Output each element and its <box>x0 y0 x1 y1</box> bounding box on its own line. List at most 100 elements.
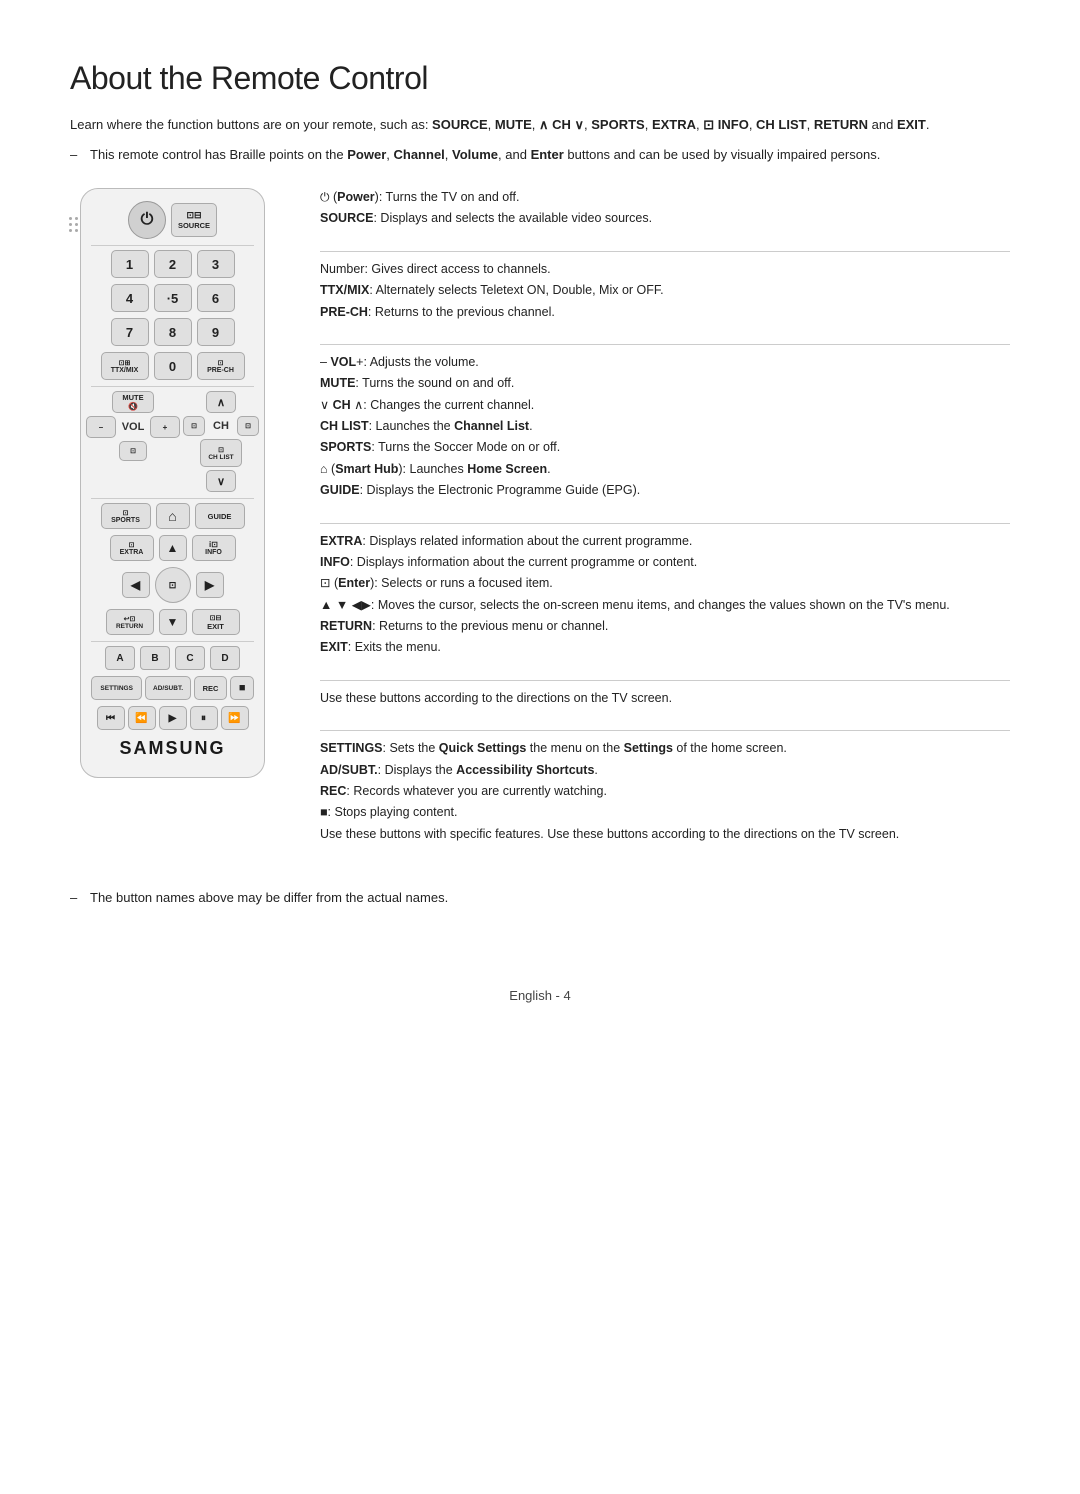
ch-up-button[interactable]: ∧ <box>206 391 236 413</box>
row-123: 1 2 3 <box>91 250 254 278</box>
sports-button[interactable]: ⊡ SPORTS <box>101 503 151 529</box>
page-title: About the Remote Control <box>70 60 1010 97</box>
row-sports-hub-guide: ⊡ SPORTS ⌂ GUIDE <box>91 503 254 529</box>
desc-rec: REC: Records whatever you are currently … <box>320 782 1010 801</box>
samsung-logo: SAMSUNG <box>91 738 254 759</box>
row-456: 4 ·5 6 <box>91 284 254 312</box>
footer-note: The button names above may be differ fro… <box>70 888 1010 908</box>
up-arrow-button[interactable]: ▲ <box>159 535 187 561</box>
right-arrow-button[interactable]: ▶ <box>196 572 224 598</box>
ch-extra-btn2[interactable]: ⊡ <box>237 416 259 436</box>
row-power-source: ⏻ ⊡⊟ SOURCE <box>91 201 254 239</box>
desc-section-settings: SETTINGS: Sets the Quick Settings the me… <box>320 739 1010 846</box>
chlist-button[interactable]: ⊡ CH LIST <box>200 439 242 467</box>
ch-extra-btn[interactable]: ⊡ <box>183 416 205 436</box>
btn-c[interactable]: C <box>175 646 205 670</box>
extra-button[interactable]: ⊡ EXTRA <box>110 535 154 561</box>
page-label: English - 4 <box>509 988 570 1003</box>
vol-col: MUTE 🔇 – VOL + ⊡ <box>86 391 180 461</box>
ch-label: CH <box>207 420 235 432</box>
btn-b[interactable]: B <box>140 646 170 670</box>
prech-button[interactable]: ⊡ PRE-CH <box>197 352 245 380</box>
row-settings-rec: SETTINGS AD/SUBT. REC ■ <box>91 676 254 700</box>
remote-dots <box>69 217 78 232</box>
num-0-button[interactable]: 0 <box>154 352 192 380</box>
adsubt-button[interactable]: AD/SUBT. <box>145 676 190 700</box>
desc-ttxmix: TTX/MIX: Alternately selects Teletext ON… <box>320 281 1010 300</box>
row-extra-up-info: ⊡ EXTRA ▲ i⊡ INFO <box>91 535 254 561</box>
source-button[interactable]: ⊡⊟ SOURCE <box>171 203 217 237</box>
btn-a[interactable]: A <box>105 646 135 670</box>
ch-label-row: ⊡ CH ⊡ <box>183 416 259 436</box>
desc-guide: GUIDE: Displays the Electronic Programme… <box>320 481 1010 500</box>
desc-extra: EXTRA: Displays related information abou… <box>320 532 1010 551</box>
down-arrow-button[interactable]: ▼ <box>159 609 187 635</box>
desc-exit: EXIT: Exits the menu. <box>320 638 1010 657</box>
desc-section-extra: EXTRA: Displays related information abou… <box>320 532 1010 660</box>
smarthub-button[interactable]: ⌂ <box>156 503 190 529</box>
desc-arrows: ▲ ▼ ◀▶: Moves the cursor, selects the on… <box>320 596 1010 615</box>
desc-chlist: CH LIST: Launches the Channel List. <box>320 417 1010 436</box>
color-buttons-row: A B C D <box>91 646 254 670</box>
row-ttx-0-prech: ⊡⊞ TTX/MIX 0 ⊡ PRE-CH <box>91 352 254 380</box>
rec-button[interactable]: REC <box>194 676 228 700</box>
fast-forward-button[interactable]: ⏩ <box>221 706 249 730</box>
settings-button[interactable]: SETTINGS <box>91 676 142 700</box>
rewind-button[interactable]: ⏪ <box>128 706 156 730</box>
play-button[interactable]: ▶ <box>159 706 187 730</box>
row-transport: ⏮ ⏪ ▶ ⏸ ⏩ <box>91 706 254 730</box>
desc-section-numbers: Number: Gives direct access to channels.… <box>320 260 1010 324</box>
intro-paragraph: Learn where the function buttons are on … <box>70 115 1010 135</box>
num-1-button[interactable]: 1 <box>111 250 149 278</box>
row-left-enter-right: ◀ ⊡ ▶ <box>91 567 254 603</box>
page-footer: English - 4 <box>70 988 1010 1003</box>
pause-button[interactable]: ⏸ <box>190 706 218 730</box>
remote-wrap: ⏻ ⊡⊟ SOURCE 1 2 3 4 ·5 6 7 8 <box>70 188 300 858</box>
desc-smarthub: ⌂ (Smart Hub): Launches Home Screen. <box>320 460 1010 479</box>
num-5-button[interactable]: ·5 <box>154 284 192 312</box>
num-6-button[interactable]: 6 <box>197 284 235 312</box>
descriptions-panel: ⏻ (Power): Turns the TV on and off. SOUR… <box>300 188 1010 858</box>
desc-mute: MUTE: Turns the sound on and off. <box>320 374 1010 393</box>
info-button[interactable]: i⊡ INFO <box>192 535 236 561</box>
vol-minus-button[interactable]: – <box>86 416 116 438</box>
desc-prech: PRE-CH: Returns to the previous channel. <box>320 303 1010 322</box>
num-4-button[interactable]: 4 <box>111 284 149 312</box>
desc-section-vol: – VOL+: Adjusts the volume. MUTE: Turns … <box>320 353 1010 503</box>
vol-plus-minus: – VOL + <box>86 416 180 438</box>
ch-down-button[interactable]: ∨ <box>206 470 236 492</box>
desc-adsubt: AD/SUBT.: Displays the Accessibility Sho… <box>320 761 1010 780</box>
return-button[interactable]: ↩⊡ RETURN <box>106 609 154 635</box>
desc-vol: – VOL+: Adjusts the volume. <box>320 353 1010 372</box>
desc-color-buttons: Use these buttons according to the direc… <box>320 689 1010 708</box>
main-content-area: ⏻ ⊡⊟ SOURCE 1 2 3 4 ·5 6 7 8 <box>70 188 1010 858</box>
vol-plus-button[interactable]: + <box>150 416 180 438</box>
desc-power: ⏻ (Power): Turns the TV on and off. <box>320 188 1010 207</box>
desc-transport: Use these buttons with specific features… <box>320 825 1010 844</box>
row-789: 7 8 9 <box>91 318 254 346</box>
ttxmix-button[interactable]: ⊡⊞ TTX/MIX <box>101 352 149 380</box>
num-8-button[interactable]: 8 <box>154 318 192 346</box>
mute-button[interactable]: MUTE 🔇 <box>112 391 154 413</box>
desc-section-power: ⏻ (Power): Turns the TV on and off. SOUR… <box>320 188 1010 231</box>
desc-section-color: Use these buttons according to the direc… <box>320 689 1010 710</box>
num-2-button[interactable]: 2 <box>154 250 192 278</box>
vol-ch-extra-btn[interactable]: ⊡ <box>119 441 147 461</box>
btn-d[interactable]: D <box>210 646 240 670</box>
remote-control: ⏻ ⊡⊟ SOURCE 1 2 3 4 ·5 6 7 8 <box>80 188 265 778</box>
num-9-button[interactable]: 9 <box>197 318 235 346</box>
exit-button[interactable]: ⊡⊟ EXIT <box>192 609 240 635</box>
desc-sports: SPORTS: Turns the Soccer Mode on or off. <box>320 438 1010 457</box>
row-return-down-exit: ↩⊡ RETURN ▼ ⊡⊟ EXIT <box>91 609 254 635</box>
stop-button[interactable]: ■ <box>230 676 254 700</box>
desc-ch: ∨ CH ∧: Changes the current channel. <box>320 396 1010 415</box>
guide-button[interactable]: GUIDE <box>195 503 245 529</box>
desc-settings: SETTINGS: Sets the Quick Settings the me… <box>320 739 1010 758</box>
num-7-button[interactable]: 7 <box>111 318 149 346</box>
prev-track-button[interactable]: ⏮ <box>97 706 125 730</box>
num-3-button[interactable]: 3 <box>197 250 235 278</box>
left-arrow-button[interactable]: ◀ <box>122 572 150 598</box>
power-button[interactable]: ⏻ <box>128 201 166 239</box>
vol-mute-row: MUTE 🔇 <box>112 391 154 413</box>
enter-button[interactable]: ⊡ <box>155 567 191 603</box>
